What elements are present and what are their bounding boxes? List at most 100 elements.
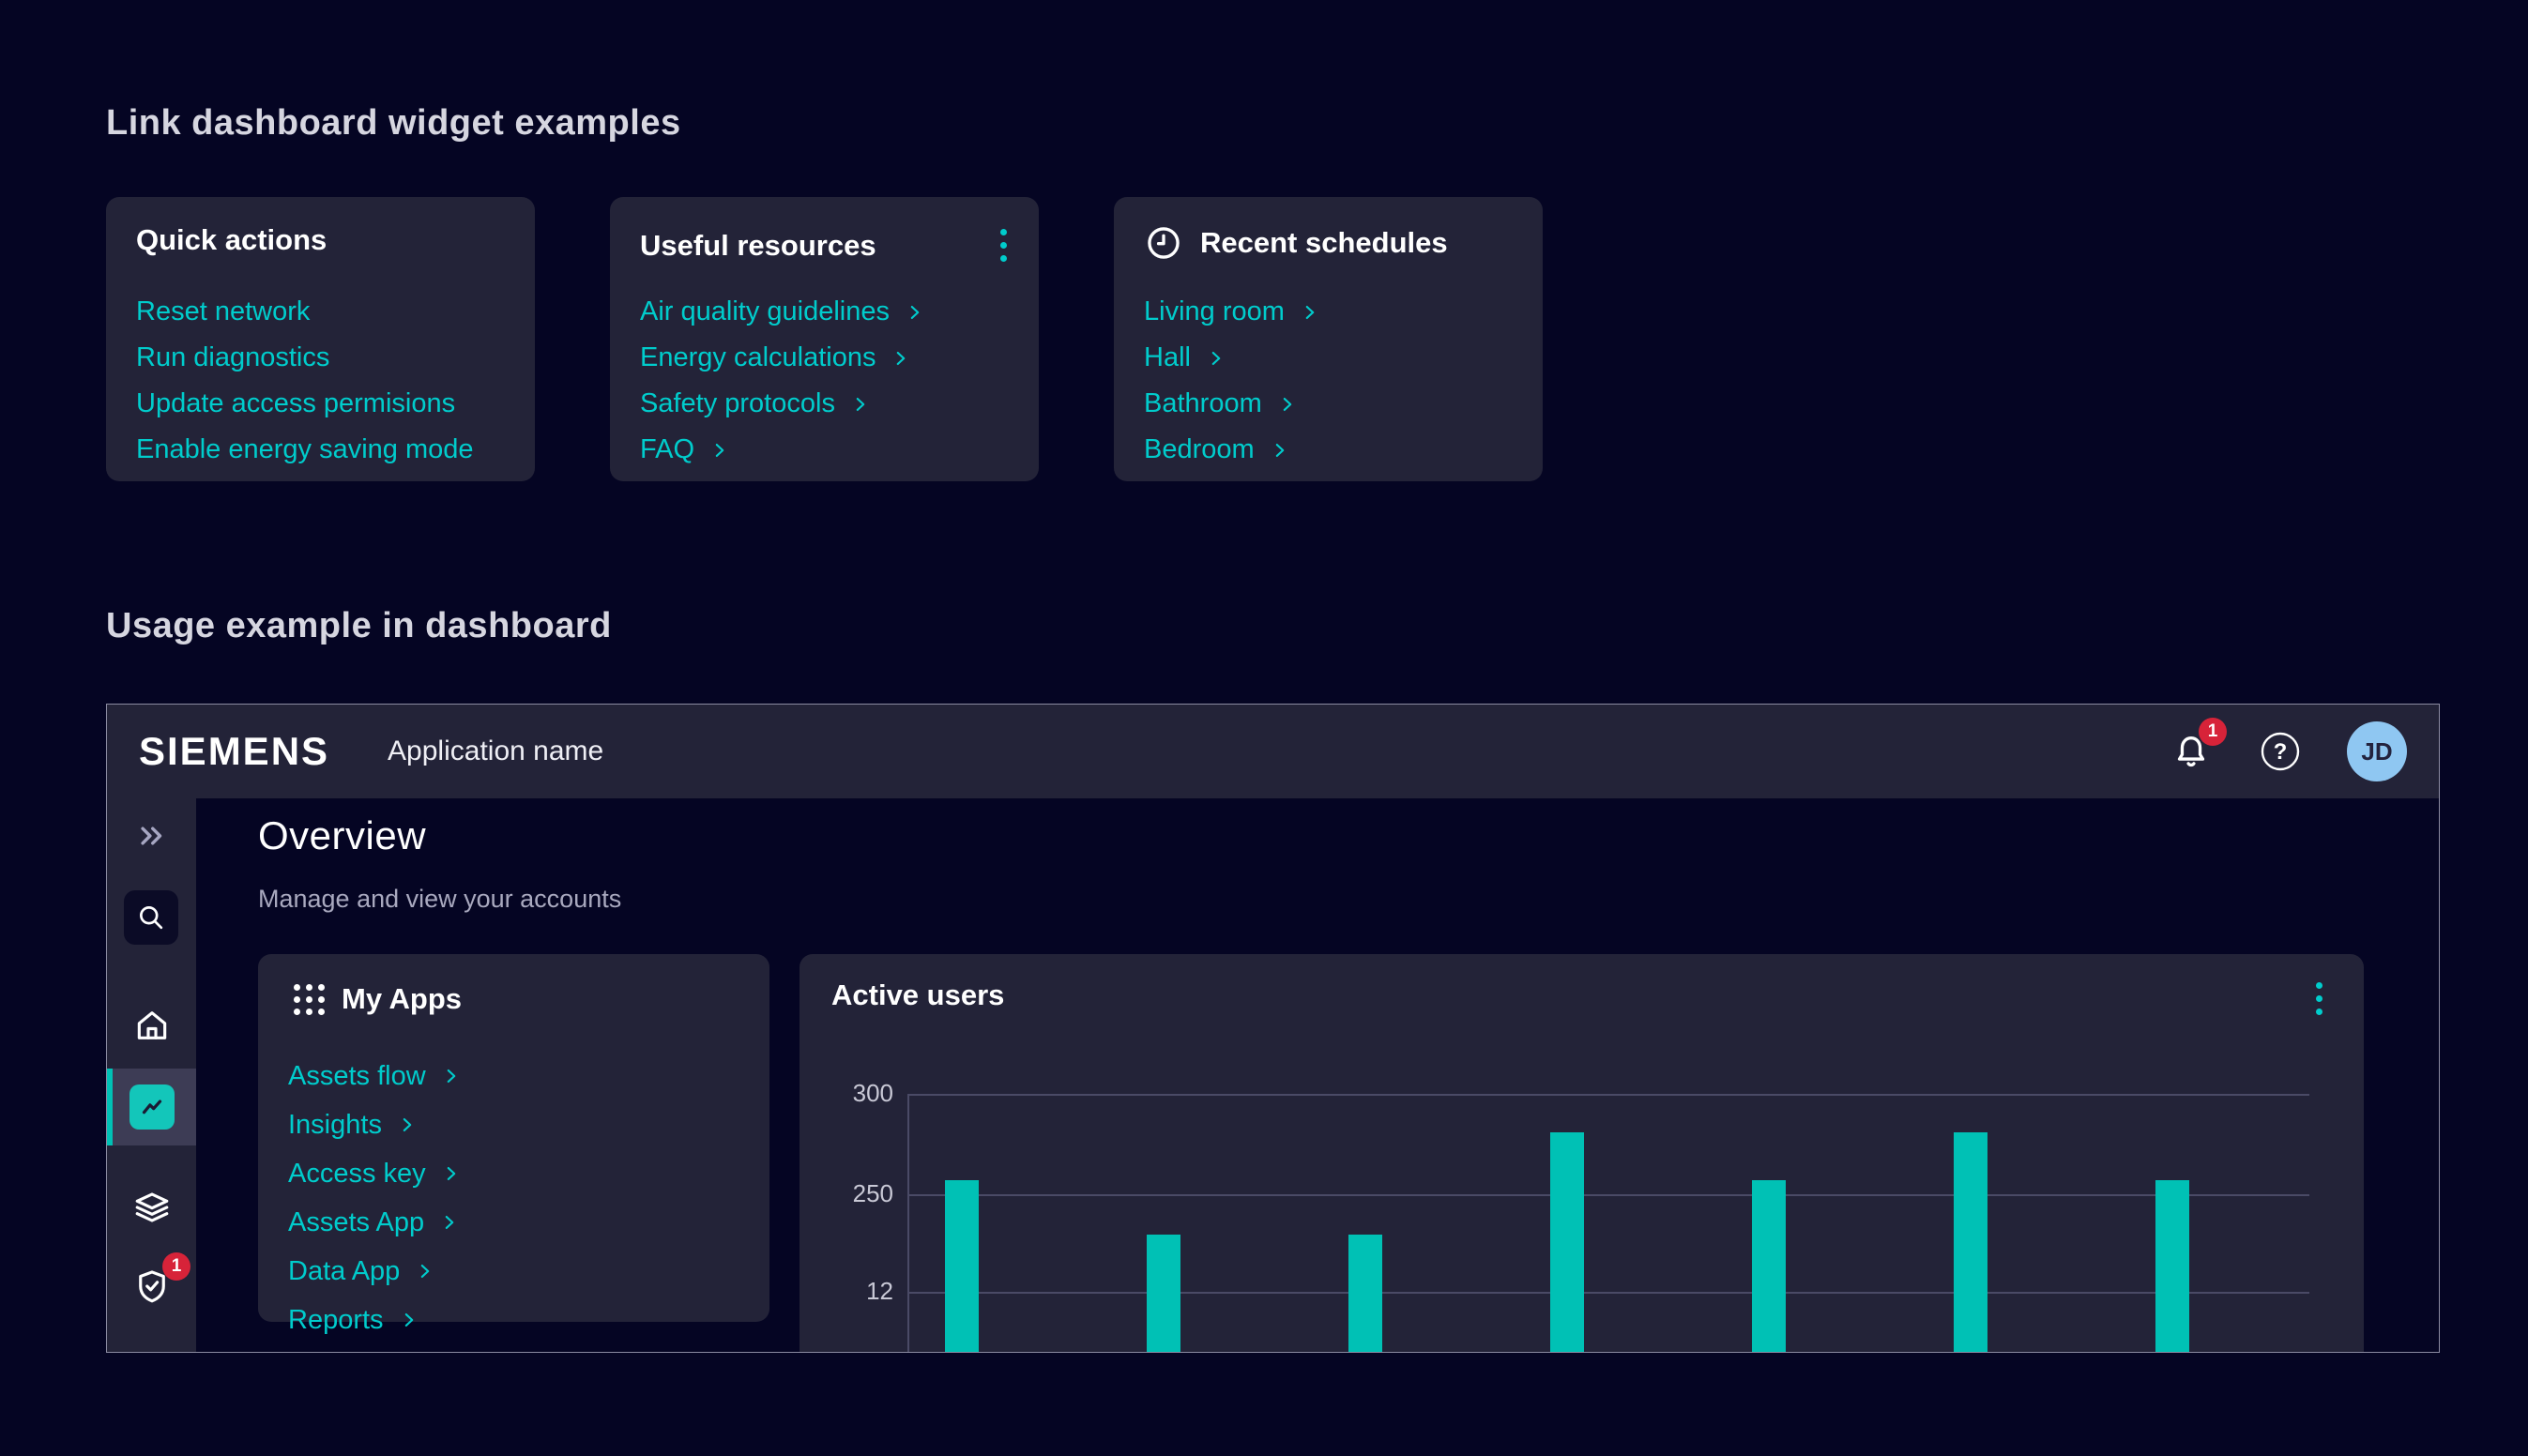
link-energy-calculations[interactable]: Energy calculations xyxy=(640,335,1013,381)
trend-line-icon xyxy=(136,1091,168,1123)
link-label: Assets App xyxy=(288,1207,424,1238)
siemens-logo: SIEMENS xyxy=(139,729,329,774)
avatar[interactable]: JD xyxy=(2347,721,2407,781)
help-icon: ? xyxy=(2259,730,2302,773)
main-content: Overview Manage and view your accounts M… xyxy=(196,798,2439,1352)
link-data-app[interactable]: Data App xyxy=(288,1247,743,1296)
chevron-right-icon xyxy=(415,1261,435,1282)
link-label: Reports xyxy=(288,1305,384,1336)
link-label: Bedroom xyxy=(1144,434,1255,465)
help-button[interactable]: ? xyxy=(2257,728,2304,775)
active-users-widget: Active users 30025012 xyxy=(800,954,2364,1353)
link-reports[interactable]: Reports xyxy=(288,1296,743,1344)
chevron-right-icon xyxy=(441,1163,462,1184)
security-badge: 1 xyxy=(162,1252,190,1281)
chevron-right-icon xyxy=(1300,302,1320,323)
gridline xyxy=(907,1292,2309,1294)
bar xyxy=(1348,1235,1382,1353)
page-title: Link dashboard widget examples xyxy=(106,103,681,144)
layers-icon xyxy=(132,1188,172,1227)
link-reset-network[interactable]: Reset network xyxy=(136,289,509,335)
link-assets-flow[interactable]: Assets flow xyxy=(288,1052,743,1100)
link-update-access-permisions[interactable]: Update access permisions xyxy=(136,381,509,427)
link-label: Bathroom xyxy=(1144,388,1262,419)
sidebar: 1 xyxy=(107,798,196,1352)
link-run-diagnostics[interactable]: Run diagnostics xyxy=(136,335,509,381)
link-label: Assets flow xyxy=(288,1061,426,1092)
bar xyxy=(2155,1180,2189,1353)
overview-title: Overview xyxy=(258,813,426,858)
chevron-right-icon xyxy=(709,440,730,461)
link-label: Update access permisions xyxy=(136,388,455,419)
dashboard-example-frame: SIEMENS Application name 1 ? JD xyxy=(106,704,2440,1353)
y-axis-tick-label: 300 xyxy=(800,1079,893,1108)
link-label: Reset network xyxy=(136,296,310,327)
widget-quick-actions: Quick actions Reset network Run diagnosti… xyxy=(106,197,535,481)
sidebar-expand-button[interactable] xyxy=(107,813,196,858)
gridline xyxy=(907,1194,2309,1196)
sidebar-item-home[interactable] xyxy=(107,1003,196,1048)
active-indicator xyxy=(107,1069,113,1145)
chevron-right-icon xyxy=(399,1310,419,1330)
link-label: Safety protocols xyxy=(640,388,835,419)
notifications-button[interactable]: 1 xyxy=(2169,729,2214,774)
home-icon xyxy=(132,1006,172,1045)
widget-title: Recent schedules xyxy=(1200,226,1448,260)
sidebar-item-search[interactable] xyxy=(124,890,178,945)
link-label: Energy calculations xyxy=(640,342,876,373)
clock-icon xyxy=(1144,223,1183,263)
y-axis-line xyxy=(907,1094,909,1353)
sidebar-item-layers[interactable] xyxy=(107,1185,196,1230)
link-label: Data App xyxy=(288,1256,400,1287)
link-label: Hall xyxy=(1144,342,1191,373)
usage-section-title: Usage example in dashboard xyxy=(106,606,612,646)
widget-title: Useful resources xyxy=(640,229,876,263)
link-list: Air quality guidelines Energy calculation… xyxy=(640,289,1013,473)
link-bedroom[interactable]: Bedroom xyxy=(1144,427,1516,473)
link-assets-app[interactable]: Assets App xyxy=(288,1198,743,1247)
link-list: Living room Hall Bathroom Bedroom xyxy=(1144,289,1516,473)
widget-title: Quick actions xyxy=(136,223,327,257)
chevron-right-icon xyxy=(439,1212,460,1233)
link-list: Reset network Run diagnostics Update acces… xyxy=(136,289,509,473)
sidebar-item-security[interactable]: 1 xyxy=(107,1264,196,1309)
app-header: SIEMENS Application name 1 ? JD xyxy=(107,705,2439,798)
y-axis-tick-label: 250 xyxy=(800,1179,893,1208)
widget-recent-schedules: Recent schedules Living room Hall Bathroom… xyxy=(1114,197,1543,481)
bar xyxy=(945,1180,979,1353)
widget-useful-resources: Useful resources Air quality guidelines E… xyxy=(610,197,1039,481)
y-axis-tick-label: 12 xyxy=(800,1277,893,1306)
gridline xyxy=(907,1094,2309,1096)
link-safety-protocols[interactable]: Safety protocols xyxy=(640,381,1013,427)
application-name: Application name xyxy=(388,736,603,767)
bar xyxy=(1752,1180,1786,1353)
link-air-quality-guidelines[interactable]: Air quality guidelines xyxy=(640,289,1013,335)
widget-title: My Apps xyxy=(342,982,462,1016)
apps-grid-icon xyxy=(294,984,325,1015)
link-bathroom[interactable]: Bathroom xyxy=(1144,381,1516,427)
link-list: Assets flow InsightsAccess key Assets App D… xyxy=(288,1052,743,1344)
search-icon xyxy=(134,901,168,934)
trend-chart-icon[interactable] xyxy=(129,1084,175,1130)
link-label: Air quality guidelines xyxy=(640,296,890,327)
link-label: FAQ xyxy=(640,434,694,465)
link-access-key[interactable]: Access key xyxy=(288,1149,743,1198)
double-chevron-right-icon xyxy=(136,820,168,852)
kebab-menu-icon[interactable] xyxy=(995,223,1013,267)
chevron-right-icon xyxy=(891,348,911,369)
link-faq[interactable]: FAQ xyxy=(640,427,1013,473)
link-insights[interactable]: Insights xyxy=(288,1100,743,1149)
link-label: Run diagnostics xyxy=(136,342,329,373)
chevron-right-icon xyxy=(441,1066,462,1086)
link-living-room[interactable]: Living room xyxy=(1144,289,1516,335)
chevron-right-icon xyxy=(397,1115,418,1135)
bar xyxy=(1147,1235,1180,1353)
link-enable-energy-saving-mode[interactable]: Enable energy saving mode xyxy=(136,427,509,473)
overview-subtitle: Manage and view your accounts xyxy=(258,885,621,914)
header-actions: 1 ? JD xyxy=(2169,721,2407,781)
link-label: Living room xyxy=(1144,296,1285,327)
sidebar-item-analytics-active[interactable] xyxy=(107,1069,196,1145)
notification-badge: 1 xyxy=(2199,718,2227,746)
my-apps-widget: My Apps Assets flow InsightsAccess key Ass… xyxy=(258,954,769,1322)
link-hall[interactable]: Hall xyxy=(1144,335,1516,381)
